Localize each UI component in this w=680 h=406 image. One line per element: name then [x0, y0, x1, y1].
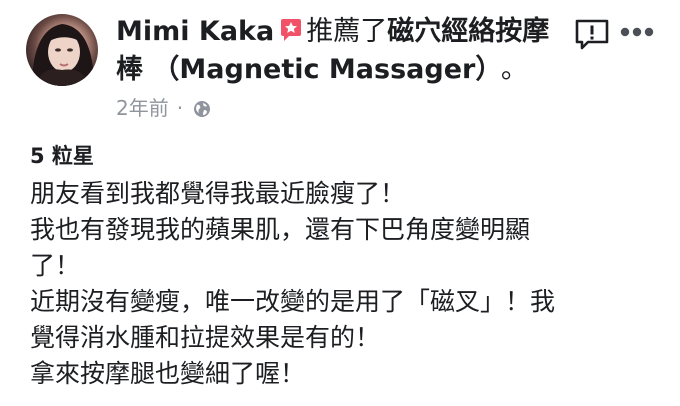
avatar-photo [32, 24, 94, 86]
review-text: 朋友看到我都覺得我最近臉瘦了！ 我也有發現我的蘋果肌，還有下巴角度變明顯 了！ … [30, 176, 660, 392]
review-paragraph: 拿來按摩腿也變細了喔！ [30, 359, 306, 388]
page-name-link-continued[interactable]: 棒 （Magnetic Massager） [116, 54, 489, 85]
more-options-icon[interactable] [620, 26, 654, 38]
meta-separator: · [176, 96, 184, 120]
recommend-badge-icon [278, 17, 304, 43]
post-timestamp[interactable]: 2年前 [116, 96, 169, 120]
globe-icon[interactable] [193, 97, 211, 117]
avatar[interactable] [26, 14, 98, 86]
review-paragraph: 朋友看到我都覺得我最近臉瘦了！ [30, 179, 406, 208]
review-paragraph: 近期沒有變瘦，唯一改變的是用了「磁叉」！我 覺得消水腫和拉提效果是有的！ [30, 287, 556, 352]
review-paragraph: 我也有發現我的蘋果肌，還有下巴角度變明顯 了！ [30, 215, 531, 280]
report-icon[interactable] [574, 18, 610, 50]
post-meta: 2年前 · [116, 94, 211, 122]
header-end-punct: 。 [500, 54, 528, 85]
post-header-line-2: 棒 （Magnetic Massager） 。 [116, 52, 528, 88]
post-header-line-1: Mimi Kaka 推薦了磁穴經絡按摩 [116, 14, 549, 50]
review-rating: 5 粒星 [30, 144, 94, 168]
review-post: Mimi Kaka 推薦了磁穴經絡按摩 棒 （Magnetic Massager）… [0, 0, 680, 406]
recommend-verb: 推薦了 [306, 16, 388, 47]
author-name[interactable]: Mimi Kaka [116, 16, 274, 47]
page-name-link[interactable]: 磁穴經絡按摩 [387, 16, 549, 47]
